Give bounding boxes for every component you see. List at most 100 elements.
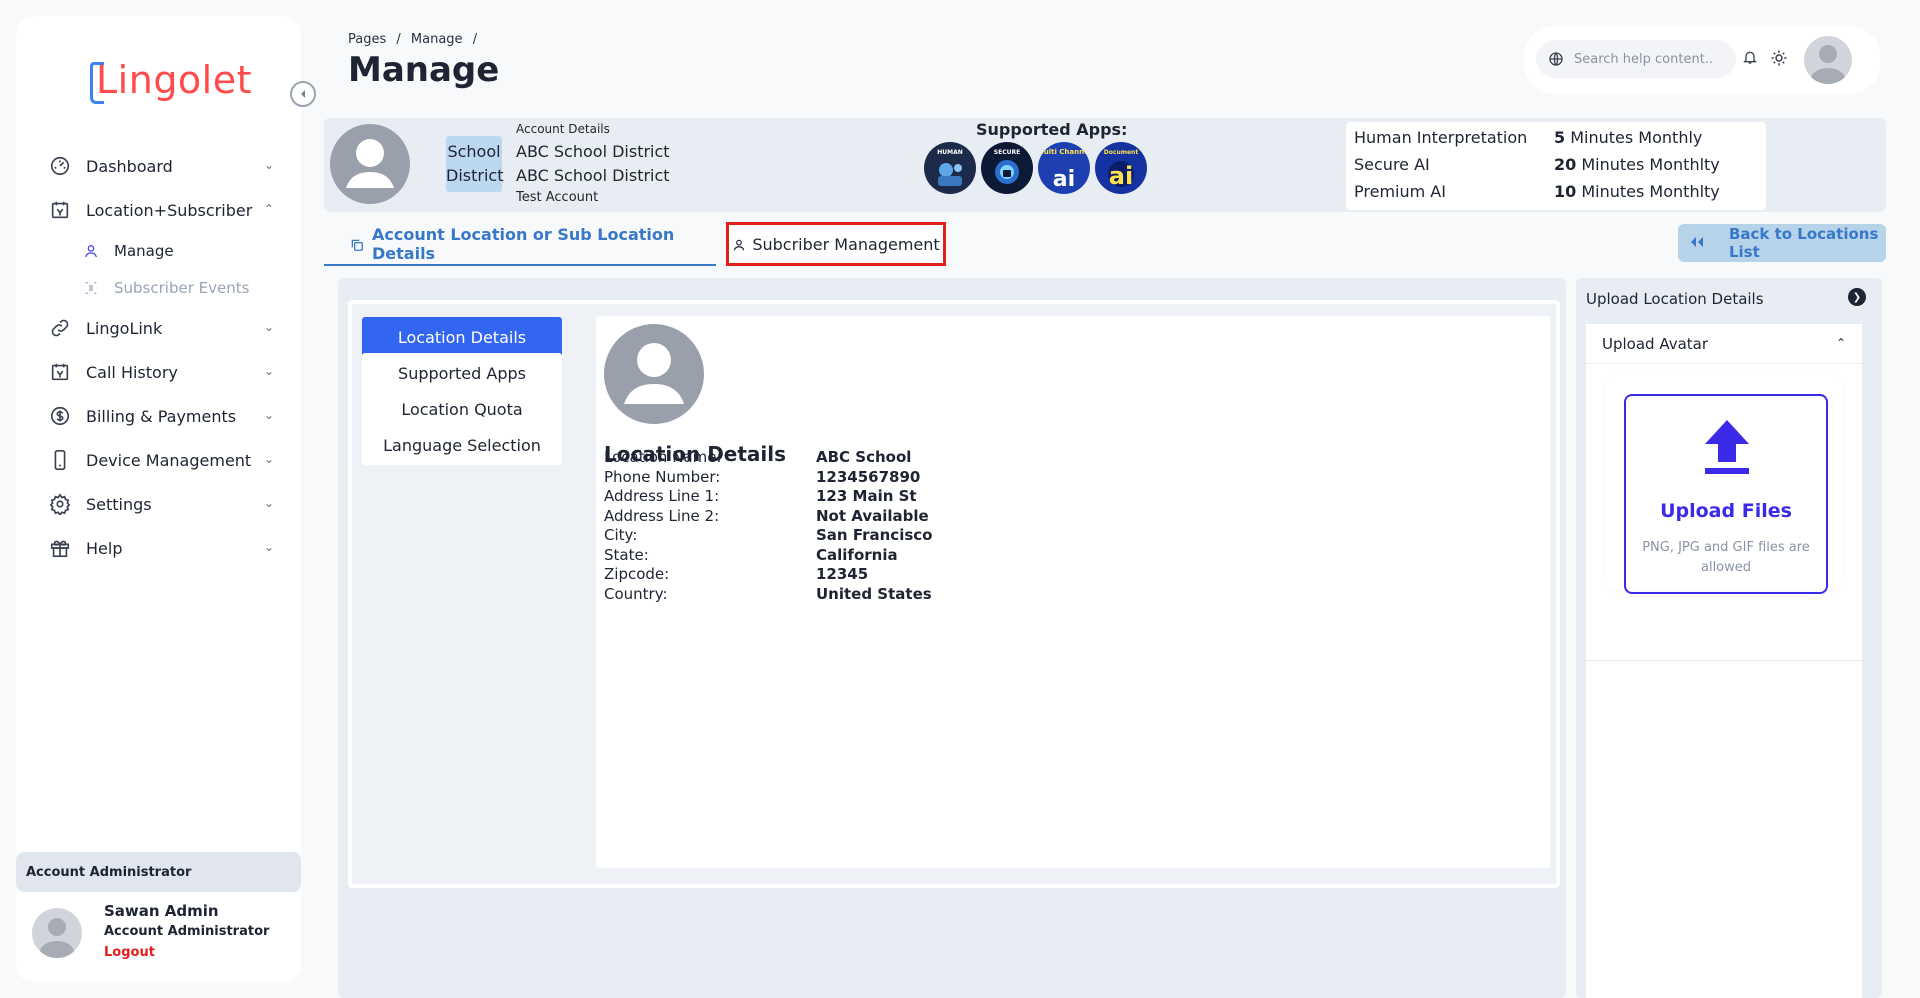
avatar[interactable] bbox=[32, 908, 82, 958]
app-label: ai bbox=[1109, 162, 1133, 190]
logo-text: Lingolet bbox=[96, 58, 253, 102]
sidebar-item-device-management[interactable]: Device Management ⌄ bbox=[32, 438, 294, 482]
copy-icon bbox=[350, 237, 364, 251]
vtab-location-quota[interactable]: Location Quota bbox=[362, 389, 562, 429]
location-card: Location Details Supported Apps Location… bbox=[348, 300, 1560, 888]
upload-avatar-section: Upload Avatar ⌃ Upload Files PNG, JPG an… bbox=[1586, 324, 1862, 998]
breadcrumb-item[interactable]: Pages bbox=[348, 32, 386, 47]
account-summary: School District Account Details ABC Scho… bbox=[324, 118, 1886, 212]
user-icon bbox=[732, 237, 746, 251]
sidebar-subitem-manage[interactable]: Manage bbox=[32, 232, 294, 269]
search-input[interactable] bbox=[1574, 51, 1724, 67]
app-human-icon: HUMAN bbox=[924, 142, 976, 194]
vtab-location-details[interactable]: Location Details bbox=[362, 317, 562, 357]
calendar-icon bbox=[48, 198, 72, 222]
sidebar-item-help[interactable]: Help ⌄ bbox=[32, 526, 294, 570]
bell-icon[interactable] bbox=[1742, 49, 1760, 67]
location-details-card: Location Details Location Name: ABC Scho… bbox=[596, 316, 1550, 868]
vtab-language-selection[interactable]: Language Selection bbox=[362, 425, 562, 465]
chevron-left-icon bbox=[301, 90, 305, 98]
field-label: Location Name: bbox=[604, 448, 722, 466]
chevron-down-icon: ⌄ bbox=[263, 158, 274, 172]
gauge-icon bbox=[48, 154, 72, 178]
app-caption: Document bbox=[1104, 149, 1139, 156]
breadcrumb-item[interactable]: Manage bbox=[411, 32, 463, 47]
sidebar-collapse-button[interactable] bbox=[290, 81, 316, 107]
sidebar-item-billing[interactable]: Billing & Payments ⌄ bbox=[32, 394, 294, 438]
upload-panel-title: Upload Location Details bbox=[1586, 290, 1764, 308]
app-label: HUMAN bbox=[937, 149, 963, 156]
quota-name: Secure AI bbox=[1354, 155, 1430, 174]
chevron-down-icon: ⌄ bbox=[263, 408, 274, 422]
quota-value: 10 Minutes Monthlty bbox=[1554, 182, 1720, 201]
sidebar-item-label: Location+Subscriber bbox=[86, 200, 253, 220]
app-multichannel-icon: Multi Channel ai bbox=[1038, 142, 1090, 194]
account-details-label: Account Details bbox=[516, 122, 610, 136]
account-name: ABC School District bbox=[516, 142, 670, 161]
user-role: Account Administrator bbox=[104, 924, 270, 939]
chevron-down-icon: ⌄ bbox=[263, 452, 274, 466]
field-value: United States bbox=[816, 585, 932, 603]
link-icon bbox=[48, 316, 72, 340]
field-value: San Francisco bbox=[816, 526, 933, 544]
app-label: ai bbox=[1053, 167, 1075, 192]
account-avatar bbox=[330, 124, 410, 204]
vtab-supported-apps[interactable]: Supported Apps bbox=[362, 353, 562, 393]
tab-label: Subcriber Management bbox=[752, 234, 940, 254]
tab-subscriber-management[interactable]: Subcriber Management bbox=[726, 222, 946, 266]
upload-dropzone[interactable]: Upload Files PNG, JPG and GIF files are … bbox=[1624, 394, 1828, 594]
field-value: California bbox=[816, 546, 898, 564]
chevron-right-icon[interactable]: ❯ bbox=[1848, 288, 1866, 306]
quota-summary: Human Interpretation 5 Minutes Monthly S… bbox=[1346, 122, 1766, 210]
sidebar-item-label: Dashboard bbox=[86, 156, 173, 176]
app-secure-icon: SECURE bbox=[981, 142, 1033, 194]
globe-icon bbox=[1548, 51, 1564, 67]
field-value: ABC School bbox=[816, 448, 912, 466]
user-profile: Sawan Admin Account Administrator Logout bbox=[32, 900, 292, 974]
upload-avatar-header[interactable]: Upload Avatar ⌃ bbox=[1586, 324, 1862, 364]
field-label: Country: bbox=[604, 585, 668, 603]
quota-value: 5 Minutes Monthly bbox=[1554, 128, 1703, 147]
sidebar-item-location-subscriber[interactable]: Location+Subscriber ⌃ bbox=[32, 188, 294, 232]
sidebar-item-label: Settings bbox=[86, 494, 152, 514]
logout-link[interactable]: Logout bbox=[104, 945, 155, 960]
account-kind: Test Account bbox=[516, 190, 599, 205]
lingolet-logo[interactable]: Lingolet bbox=[74, 44, 254, 110]
upload-files-label: Upload Files bbox=[1660, 500, 1792, 522]
sidebar-item-settings[interactable]: Settings ⌄ bbox=[32, 482, 294, 526]
phone-icon bbox=[48, 448, 72, 472]
sun-icon[interactable] bbox=[1770, 49, 1788, 67]
back-to-locations-button[interactable]: Back to Locations List bbox=[1678, 224, 1886, 262]
double-chevron-left-icon bbox=[1690, 236, 1707, 250]
search-box[interactable] bbox=[1536, 40, 1736, 78]
quota-value: 20 Minutes Monthlty bbox=[1554, 155, 1720, 174]
sidebar-item-label: LingoLink bbox=[86, 318, 163, 338]
breadcrumb-separator: / bbox=[396, 32, 401, 47]
avatar[interactable] bbox=[1804, 36, 1852, 84]
sidebar-item-dashboard[interactable]: Dashboard ⌄ bbox=[32, 144, 294, 188]
chevron-up-icon: ⌃ bbox=[1835, 336, 1846, 350]
field-value: Not Available bbox=[816, 507, 929, 525]
list-icon bbox=[82, 279, 100, 297]
tab-location-details[interactable]: Account Location or Sub Location Details bbox=[324, 224, 716, 266]
field-value: 12345 bbox=[816, 565, 869, 583]
sidebar-subitem-subscriber-events[interactable]: Subscriber Events bbox=[32, 269, 294, 306]
user-name: Sawan Admin bbox=[104, 902, 219, 920]
sidebar-item-label: Billing & Payments bbox=[86, 406, 237, 426]
role-label: Account Administrator bbox=[16, 852, 301, 892]
account-type-line: District bbox=[446, 166, 504, 185]
supported-apps-title: Supported Apps: bbox=[976, 120, 1128, 139]
gear-icon bbox=[48, 492, 72, 516]
breadcrumb: Pages / Manage / bbox=[348, 32, 483, 47]
field-label: Address Line 1: bbox=[604, 487, 720, 505]
sidebar-nav: Dashboard ⌄ Location+Subscriber ⌃ Manage… bbox=[32, 144, 294, 570]
field-label: City: bbox=[604, 526, 638, 544]
location-card-body: Location Details Supported Apps Location… bbox=[352, 304, 1556, 884]
sidebar-item-label: Call History bbox=[86, 362, 178, 382]
field-label: State: bbox=[604, 546, 649, 564]
sidebar-item-call-history[interactable]: Call History ⌄ bbox=[32, 350, 294, 394]
sidebar-item-lingolink[interactable]: LingoLink ⌄ bbox=[32, 306, 294, 350]
field-label: Zipcode: bbox=[604, 565, 670, 583]
tab-label: Account Location or Sub Location Details bbox=[372, 225, 675, 263]
chevron-down-icon: ⌄ bbox=[263, 496, 274, 510]
